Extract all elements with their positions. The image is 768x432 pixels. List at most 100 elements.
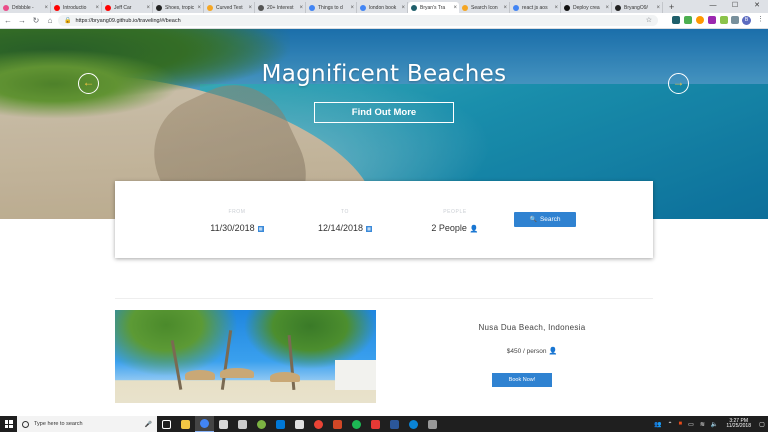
tab-title: Deploy crea [573,4,600,11]
volume-icon[interactable]: 🔈 [711,421,718,428]
task-view-icon[interactable] [157,416,176,432]
windows-taskbar: Type here to search 🎤 👥 ⌃ ■ ▭ ≋ 🔈 3:27 P… [0,416,768,432]
extension-icon[interactable] [684,16,692,24]
lock-icon: 🔒 [64,18,72,24]
close-tab-icon[interactable]: × [453,5,457,11]
favicon-icon [258,4,264,11]
address-bar[interactable]: 🔒 https://bryang09.github.io/traveling/#… [58,15,658,26]
people-value: 2 People [431,223,467,233]
store-icon[interactable] [214,416,233,432]
extension-icon[interactable] [696,16,704,24]
windows-logo-icon [4,420,13,428]
close-tab-icon[interactable]: × [554,5,558,11]
office-icon[interactable]: ■ [679,421,683,427]
close-window-button[interactable]: ✕ [746,0,768,12]
file-explorer-icon[interactable] [176,416,195,432]
next-slide-arrow-icon[interactable]: → [668,73,689,94]
close-tab-icon[interactable]: × [299,5,303,11]
book-now-button[interactable]: Book Now! [492,373,552,387]
close-tab-icon[interactable]: × [44,5,48,11]
browser-tab[interactable]: 20+ Interest × [255,2,306,13]
browser-tab[interactable]: Search Icon × [459,2,510,13]
cortana-icon [22,420,29,428]
search-button-label: Search [539,216,561,223]
browser-tab[interactable]: london book × [357,2,408,13]
profile-avatar[interactable]: B [742,16,751,25]
browser-menu-icon[interactable]: ⋮ [757,15,764,23]
chrome-taskbar-icon[interactable] [195,416,214,432]
powerpoint-icon[interactable] [328,416,347,432]
search-button[interactable]: 🔍 Search [514,212,576,227]
word-icon[interactable] [385,416,404,432]
new-tab-button[interactable]: + [669,2,674,13]
close-tab-icon[interactable]: × [248,5,252,11]
node-icon[interactable] [252,416,271,432]
close-tab-icon[interactable]: × [401,5,405,11]
browser-tab[interactable]: Jeff Car × [102,2,153,13]
app-icon[interactable] [423,416,442,432]
browser-tab[interactable]: Bryan's Tra × [408,2,459,13]
acrobat-icon[interactable] [366,416,385,432]
extension-icon[interactable] [731,16,739,24]
chrome-icon[interactable] [309,416,328,432]
start-button[interactable] [0,416,17,432]
to-date-field[interactable]: TO 12/14/2018 ▦ [300,209,390,233]
from-date-field[interactable]: FROM 11/30/2018 ▦ [192,209,282,233]
listing-image[interactable] [115,310,376,403]
from-label: FROM [228,209,246,215]
app-icon[interactable] [290,416,309,432]
tab-title: Curved Text [216,4,243,11]
window-controls: — ☐ ✕ [702,0,768,12]
favicon-icon [360,4,366,11]
taskbar-clock[interactable]: 3:27 PM 11/25/2018 [726,418,751,430]
browser-tab[interactable]: Introductio × [51,2,102,13]
browser-tab[interactable]: Dribbble - × [0,2,51,13]
close-tab-icon[interactable]: × [605,5,609,11]
prev-slide-arrow-icon[interactable]: ← [78,73,99,94]
microphone-icon[interactable]: 🎤 [145,421,152,428]
app-icon[interactable] [233,416,252,432]
tab-title: Dribbble - [12,4,34,11]
person-icon: 👤 [469,225,479,233]
browser-tab[interactable]: Curved Text × [204,2,255,13]
people-field[interactable]: PEOPLE 2 People 👤 [410,209,500,233]
back-icon[interactable]: ← [2,16,14,25]
wifi-icon[interactable]: ≋ [700,421,705,428]
reload-icon[interactable]: ↻ [30,16,42,25]
calendar-icon[interactable]: ▦ [257,225,264,232]
bookmark-star-icon[interactable]: ☆ [646,16,652,24]
calendar-icon[interactable]: ▦ [366,225,373,232]
favicon-icon [615,4,621,11]
edge-icon[interactable] [404,416,423,432]
find-out-more-button[interactable]: Find Out More [314,102,454,123]
close-tab-icon[interactable]: × [503,5,507,11]
forward-icon[interactable]: → [16,16,28,25]
favicon-icon [105,4,111,11]
close-tab-icon[interactable]: × [197,5,201,11]
browser-tab[interactable]: react js aos × [510,2,561,13]
home-icon[interactable]: ⌂ [44,16,56,25]
minimize-button[interactable]: — [702,0,724,12]
network-icon[interactable]: ▭ [688,421,694,428]
notification-icon[interactable]: ▢ [756,416,768,432]
tab-title: Shoes, tropic [165,4,195,11]
people-icon[interactable]: 👥 [654,421,661,428]
close-tab-icon[interactable]: × [95,5,99,11]
chevron-up-icon[interactable]: ⌃ [668,421,673,428]
vscode-icon[interactable] [271,416,290,432]
extension-icon[interactable] [720,16,728,24]
maximize-button[interactable]: ☐ [724,0,746,12]
close-tab-icon[interactable]: × [350,5,354,11]
to-label: TO [340,209,350,215]
extension-icon[interactable] [708,16,716,24]
browser-tab[interactable]: Deploy crea × [561,2,612,13]
browser-tab[interactable]: Things to d × [306,2,357,13]
browser-tab[interactable]: Shoes, tropic × [153,2,204,13]
taskbar-search-box[interactable]: Type here to search 🎤 [17,416,157,432]
extension-icon[interactable] [672,16,680,24]
tab-title: BryangO9/ [624,4,648,11]
close-tab-icon[interactable]: × [656,5,660,11]
browser-tab[interactable]: BryangO9/ × [612,2,663,13]
spotify-icon[interactable] [347,416,366,432]
close-tab-icon[interactable]: × [146,5,150,11]
